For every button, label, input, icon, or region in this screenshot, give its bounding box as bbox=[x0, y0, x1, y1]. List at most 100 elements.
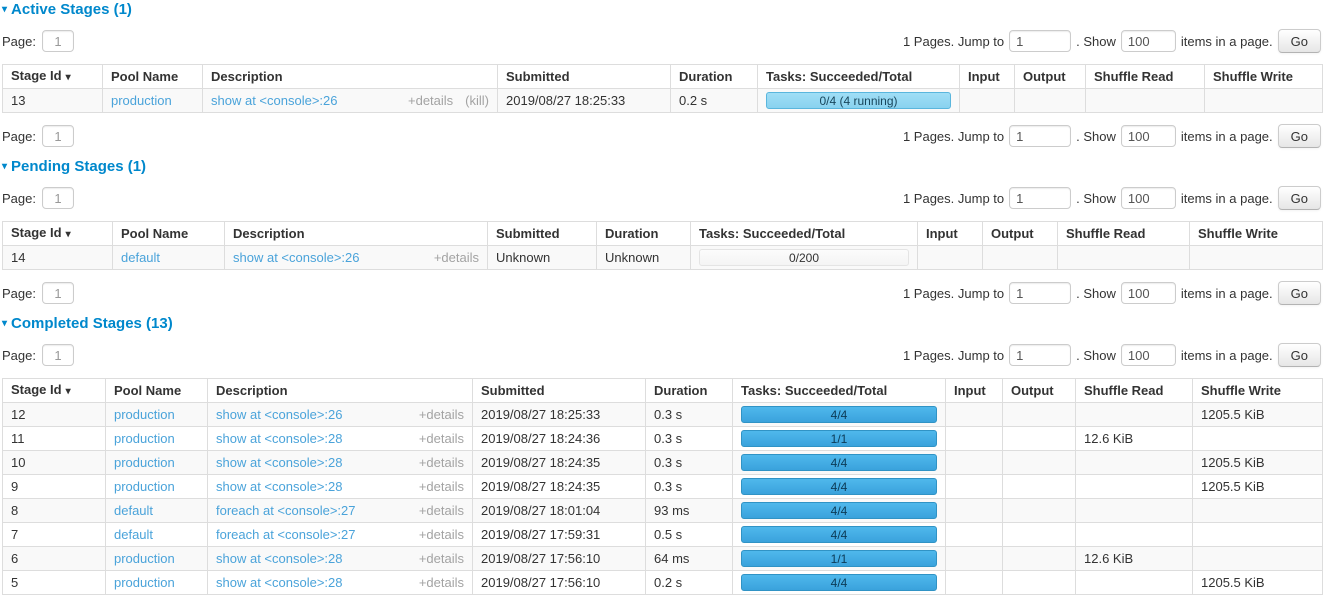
pending-stages-table: Stage Id▾Pool NameDescriptionSubmittedDu… bbox=[2, 221, 1323, 270]
stage-description-link[interactable]: show at <console>:26 bbox=[211, 93, 337, 108]
items-per-page-input[interactable] bbox=[1121, 125, 1176, 147]
column-header-duration[interactable]: Duration bbox=[671, 65, 758, 89]
column-header-shuffle-write[interactable]: Shuffle Write bbox=[1205, 65, 1323, 89]
pool-name-link[interactable]: production bbox=[114, 479, 175, 494]
kill-link[interactable]: (kill) bbox=[465, 93, 489, 108]
details-toggle[interactable]: +details bbox=[419, 455, 464, 470]
column-header-description[interactable]: Description bbox=[208, 379, 473, 403]
items-per-page-input[interactable] bbox=[1121, 187, 1176, 209]
pool-name-link[interactable]: production bbox=[114, 431, 175, 446]
column-header-input[interactable]: Input bbox=[918, 222, 983, 246]
column-header-tasks-succeeded-total[interactable]: Tasks: Succeeded/Total bbox=[758, 65, 960, 89]
cell-input bbox=[946, 523, 1003, 547]
cell-shuffle-read: 12.6 KiB bbox=[1076, 427, 1193, 451]
column-header-duration[interactable]: Duration bbox=[646, 379, 733, 403]
details-toggle[interactable]: +details bbox=[419, 503, 464, 518]
pagination-row: Page: 1 Pages. Jump to . Show items in a… bbox=[2, 282, 1321, 304]
pagination-controls: 1 Pages. Jump to . Show items in a page.… bbox=[903, 343, 1321, 367]
items-per-page-input[interactable] bbox=[1121, 282, 1176, 304]
stage-description-link[interactable]: show at <console>:28 bbox=[216, 431, 342, 446]
column-header-submitted[interactable]: Submitted bbox=[473, 379, 646, 403]
stage-description-link[interactable]: show at <console>:26 bbox=[233, 250, 359, 265]
column-header-shuffle-read[interactable]: Shuffle Read bbox=[1058, 222, 1190, 246]
column-header-submitted[interactable]: Submitted bbox=[488, 222, 597, 246]
column-header-description[interactable]: Description bbox=[203, 65, 498, 89]
stage-description-link[interactable]: foreach at <console>:27 bbox=[216, 503, 356, 518]
cell-submitted: 2019/08/27 18:24:35 bbox=[473, 475, 646, 499]
pool-name-link[interactable]: production bbox=[114, 407, 175, 422]
stage-description-link[interactable]: show at <console>:26 bbox=[216, 407, 342, 422]
jump-to-page-input[interactable] bbox=[1009, 125, 1071, 147]
column-header-output[interactable]: Output bbox=[1003, 379, 1076, 403]
section-header-completed-stages[interactable]: ▾Completed Stages (13) bbox=[2, 316, 1321, 332]
column-header-label: Tasks: Succeeded/Total bbox=[741, 383, 887, 398]
jump-to-page-input[interactable] bbox=[1009, 282, 1071, 304]
stage-description-link[interactable]: show at <console>:28 bbox=[216, 551, 342, 566]
go-button[interactable]: Go bbox=[1278, 186, 1321, 210]
pool-name-link[interactable]: production bbox=[111, 93, 172, 108]
stage-description-link[interactable]: show at <console>:28 bbox=[216, 455, 342, 470]
cell-shuffle-write bbox=[1193, 427, 1323, 451]
pool-name-link[interactable]: default bbox=[121, 250, 160, 265]
collapse-caret-icon: ▾ bbox=[2, 159, 7, 175]
column-header-shuffle-write[interactable]: Shuffle Write bbox=[1193, 379, 1323, 403]
items-per-page-input[interactable] bbox=[1121, 344, 1176, 366]
column-header-label: Duration bbox=[679, 69, 732, 84]
pool-name-link[interactable]: default bbox=[114, 527, 153, 542]
pool-name-link[interactable]: production bbox=[114, 575, 175, 590]
jump-to-page-input[interactable] bbox=[1009, 30, 1071, 52]
jump-to-page-input[interactable] bbox=[1009, 187, 1071, 209]
column-header-shuffle-read[interactable]: Shuffle Read bbox=[1076, 379, 1193, 403]
details-toggle[interactable]: +details bbox=[419, 527, 464, 542]
column-header-output[interactable]: Output bbox=[983, 222, 1058, 246]
column-header-shuffle-write[interactable]: Shuffle Write bbox=[1190, 222, 1323, 246]
column-header-stage-id[interactable]: Stage Id▾ bbox=[3, 222, 113, 246]
stage-description-link[interactable]: show at <console>:28 bbox=[216, 479, 342, 494]
column-header-input[interactable]: Input bbox=[946, 379, 1003, 403]
pool-name-link[interactable]: default bbox=[114, 503, 153, 518]
column-header-tasks-succeeded-total[interactable]: Tasks: Succeeded/Total bbox=[691, 222, 918, 246]
page-number-input[interactable] bbox=[42, 282, 74, 304]
page-number-input[interactable] bbox=[42, 187, 74, 209]
details-toggle[interactable]: +details bbox=[419, 551, 464, 566]
section-header-active-stages[interactable]: ▾Active Stages (1) bbox=[2, 2, 1321, 18]
collapse-caret-icon: ▾ bbox=[2, 2, 7, 18]
active-stages-table: Stage Id▾Pool NameDescriptionSubmitted Du… bbox=[2, 64, 1323, 113]
task-progress-bar: 1/1 bbox=[741, 550, 937, 567]
go-button[interactable]: Go bbox=[1278, 281, 1321, 305]
column-header-shuffle-read[interactable]: Shuffle Read bbox=[1086, 65, 1205, 89]
description-cell: foreach at <console>:27 +details bbox=[216, 527, 464, 542]
details-toggle[interactable]: +details bbox=[419, 479, 464, 494]
column-header-description[interactable]: Description bbox=[225, 222, 488, 246]
page-number-input[interactable] bbox=[42, 344, 74, 366]
stage-description-link[interactable]: show at <console>:28 bbox=[216, 575, 342, 590]
go-button[interactable]: Go bbox=[1278, 124, 1321, 148]
details-toggle[interactable]: +details bbox=[419, 407, 464, 422]
details-toggle[interactable]: +details bbox=[419, 575, 464, 590]
go-button[interactable]: Go bbox=[1278, 343, 1321, 367]
items-per-page-input[interactable] bbox=[1121, 30, 1176, 52]
column-header-output[interactable]: Output bbox=[1015, 65, 1086, 89]
page-number-input[interactable] bbox=[42, 125, 74, 147]
jump-to-page-input[interactable] bbox=[1009, 344, 1071, 366]
section-header-pending-stages[interactable]: ▾Pending Stages (1) bbox=[2, 159, 1321, 175]
column-header-pool-name[interactable]: Pool Name bbox=[106, 379, 208, 403]
stage-description-link[interactable]: foreach at <console>:27 bbox=[216, 527, 356, 542]
go-button[interactable]: Go bbox=[1278, 29, 1321, 53]
column-header-duration[interactable]: Duration bbox=[597, 222, 691, 246]
details-toggle[interactable]: +details bbox=[419, 431, 464, 446]
column-header-submitted[interactable]: Submitted bbox=[498, 65, 671, 89]
column-header-pool-name[interactable]: Pool Name bbox=[113, 222, 225, 246]
pagination-row: Page: 1 Pages. Jump to . Show items in a… bbox=[2, 30, 1321, 52]
pool-name-link[interactable]: production bbox=[114, 455, 175, 470]
column-header-input[interactable]: Input bbox=[960, 65, 1015, 89]
details-toggle[interactable]: +details bbox=[408, 93, 453, 108]
column-header-tasks-succeeded-total[interactable]: Tasks: Succeeded/Total bbox=[733, 379, 946, 403]
pool-name-link[interactable]: production bbox=[114, 551, 175, 566]
column-header-pool-name[interactable]: Pool Name bbox=[103, 65, 203, 89]
column-header-stage-id[interactable]: Stage Id▾ bbox=[3, 65, 103, 89]
cell-stage-id: 11 bbox=[3, 427, 106, 451]
page-number-input[interactable] bbox=[42, 30, 74, 52]
column-header-stage-id[interactable]: Stage Id▾ bbox=[3, 379, 106, 403]
details-toggle[interactable]: +details bbox=[434, 250, 479, 265]
